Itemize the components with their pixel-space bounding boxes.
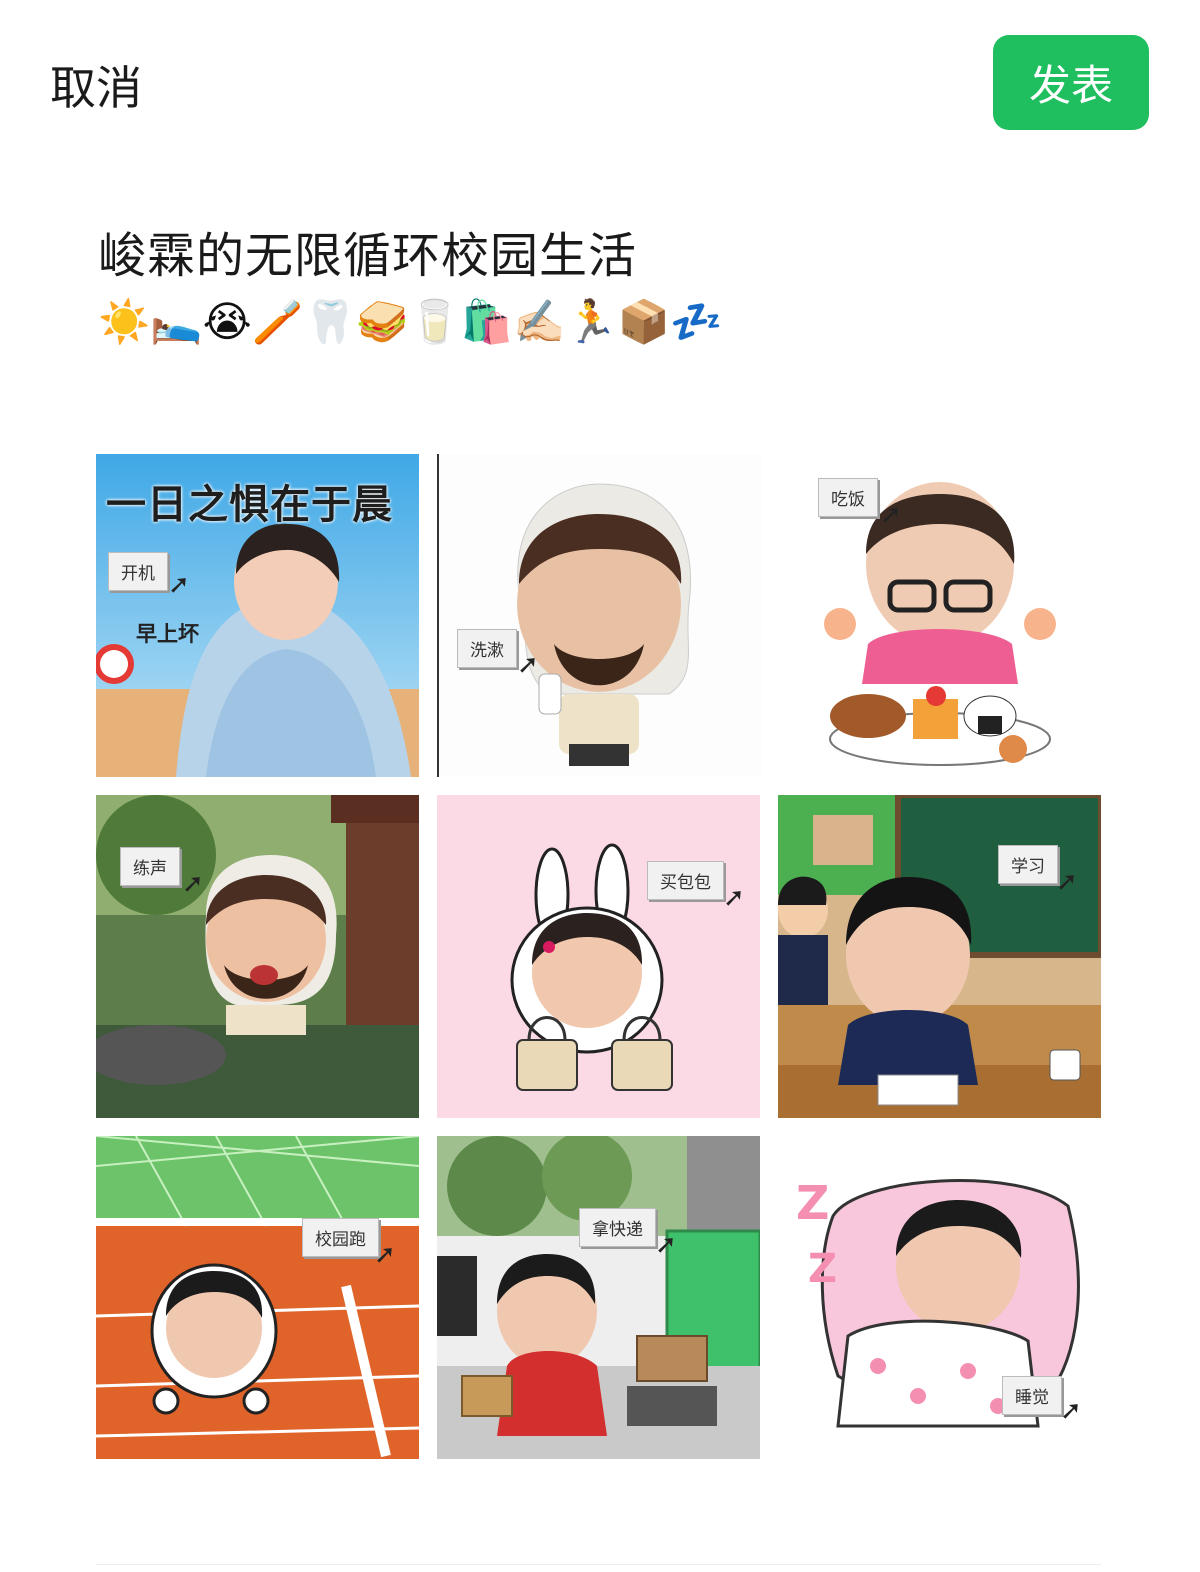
photo-grid: 一日之惧在于晨 开机 ➚ 早上坏 洗漱 ➚ 吃饭 ➚ 练声 ➚ 买包包 ➚ 学习… bbox=[96, 454, 1101, 1460]
photo-campus-run[interactable]: 校园跑 ➚ bbox=[96, 1136, 419, 1459]
post-text-area[interactable]: 峻霖的无限循环校园生活 ☀️🛌😭🪥🦷🥪🥛🛍️✍🏻🏃📦💤 bbox=[98, 222, 1098, 352]
tag-label: 学习 bbox=[998, 845, 1058, 884]
cursor-icon: ➚ bbox=[168, 570, 190, 600]
photo-wakeup[interactable]: 一日之惧在于晨 开机 ➚ 早上坏 bbox=[96, 454, 419, 777]
photo-washing[interactable]: 洗漱 ➚ bbox=[437, 454, 762, 777]
tag-label: 吃饭 bbox=[818, 478, 878, 517]
tag-label: 买包包 bbox=[647, 861, 724, 900]
cursor-icon: ➚ bbox=[517, 650, 539, 680]
photo-eating[interactable]: 吃饭 ➚ bbox=[778, 454, 1101, 777]
cursor-icon: ➚ bbox=[723, 883, 745, 913]
cursor-icon: ➚ bbox=[182, 869, 204, 899]
publish-button[interactable]: 发表 bbox=[993, 35, 1149, 130]
tag-label: 洗漱 bbox=[457, 629, 517, 668]
tag-label: 睡觉 bbox=[1002, 1376, 1062, 1415]
tag-label: 拿快递 bbox=[579, 1208, 656, 1247]
cursor-icon: ➚ bbox=[1060, 1396, 1082, 1426]
photo-buy-bag[interactable]: 买包包 ➚ bbox=[437, 795, 760, 1118]
zz-text: Z bbox=[796, 1176, 830, 1230]
emoji-line: ☀️🛌😭🪥🦷🥪🥛🛍️✍🏻🏃📦💤 bbox=[98, 297, 723, 346]
cursor-icon: ➚ bbox=[1056, 867, 1078, 897]
photo-vocal-practice[interactable]: 练声 ➚ bbox=[96, 795, 419, 1118]
tag-label: 练声 bbox=[120, 847, 180, 886]
tag-label: 校园跑 bbox=[302, 1218, 379, 1257]
tag-label: 开机 bbox=[108, 552, 168, 591]
photo-studying[interactable]: 学习 ➚ bbox=[778, 795, 1101, 1118]
photo-headline: 一日之惧在于晨 bbox=[106, 482, 393, 528]
divider bbox=[96, 1564, 1101, 1565]
cursor-icon: ➚ bbox=[374, 1240, 396, 1270]
photo-sleeping[interactable]: Z Z 睡觉 ➚ bbox=[778, 1136, 1101, 1459]
cancel-button[interactable]: 取消 bbox=[50, 52, 142, 118]
photo-get-package[interactable]: 拿快递 ➚ bbox=[437, 1136, 760, 1459]
photo-note: 早上坏 bbox=[136, 622, 199, 646]
zz-text-2: Z bbox=[808, 1246, 838, 1292]
post-title: 峻霖的无限循环校园生活 bbox=[98, 228, 638, 284]
cursor-icon: ➚ bbox=[880, 500, 902, 530]
cursor-icon: ➚ bbox=[655, 1230, 677, 1260]
